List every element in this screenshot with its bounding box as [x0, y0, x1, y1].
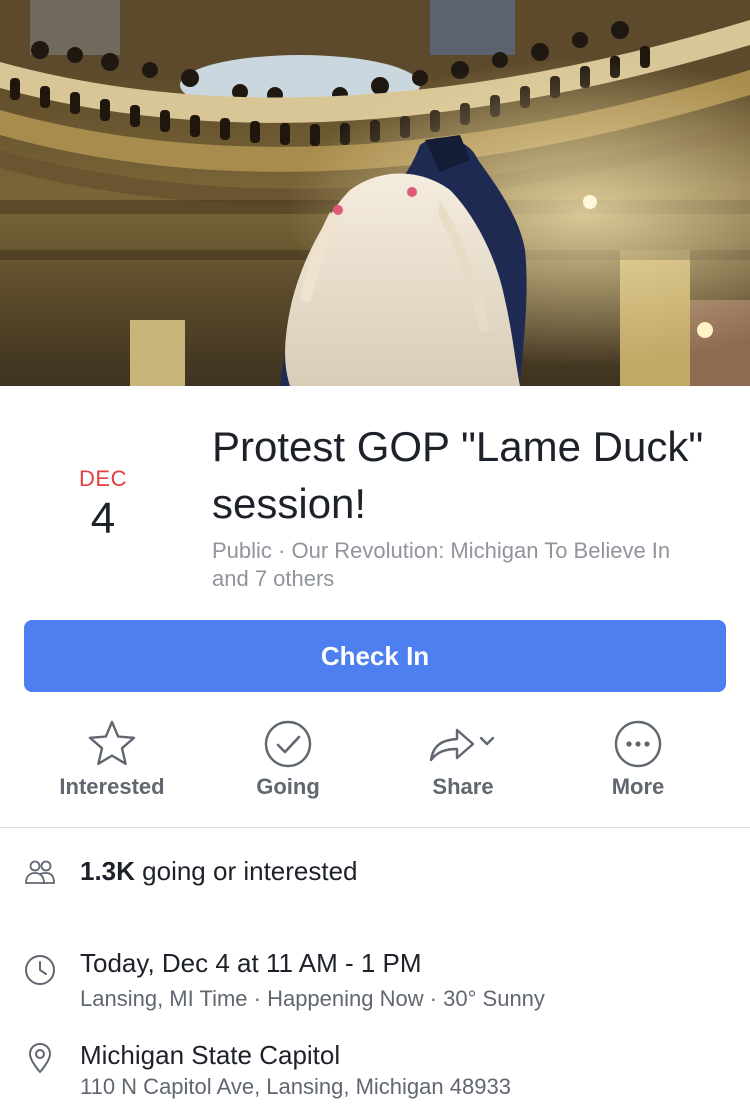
attendance-text: 1.3K going or interested	[80, 856, 358, 887]
check-in-button[interactable]: Check In	[24, 620, 726, 692]
share-arrow-icon	[429, 728, 495, 762]
location-address: 110 N Capitol Ave, Lansing, Michigan 489…	[80, 1074, 511, 1099]
event-time-details: Lansing, MI Time · Happening Now · 30° S…	[80, 986, 545, 1011]
event-action-bar: Interested Going Share More	[0, 718, 750, 808]
location-name: Michigan State Capitol	[80, 1040, 341, 1070]
event-title: Protest GOP "Lame Duck" session!	[212, 423, 704, 527]
checkmark-circle-icon	[264, 720, 312, 768]
share-button[interactable]: Share	[375, 718, 551, 800]
interested-label: Interested	[59, 774, 165, 799]
share-label: Share	[432, 774, 494, 799]
more-label: More	[611, 774, 665, 799]
event-date-day: 4	[90, 494, 116, 543]
event-date: DEC 4	[60, 466, 146, 544]
more-dots-icon	[614, 720, 662, 768]
cover-photo-illustration	[0, 0, 750, 386]
event-cover-photo[interactable]	[0, 0, 750, 386]
attendance-count: 1.3K	[80, 856, 135, 886]
going-label: Going	[256, 774, 320, 799]
interested-button[interactable]: Interested	[24, 718, 200, 800]
clock-icon	[24, 954, 56, 986]
location-pin-icon	[24, 1042, 56, 1074]
event-hosts-subtitle[interactable]: Public · Our Revolution: Michigan To Bel…	[212, 537, 712, 593]
people-icon	[24, 856, 56, 888]
event-date-month: DEC	[79, 466, 127, 491]
event-time-main: Today, Dec 4 at 11 AM - 1 PM	[80, 948, 422, 978]
more-button[interactable]: More	[550, 718, 726, 800]
attendance-label: going or interested	[134, 856, 358, 886]
section-divider	[0, 827, 750, 828]
chevron-down-icon	[479, 736, 495, 746]
going-button[interactable]: Going	[200, 718, 376, 800]
star-icon	[88, 720, 136, 765]
